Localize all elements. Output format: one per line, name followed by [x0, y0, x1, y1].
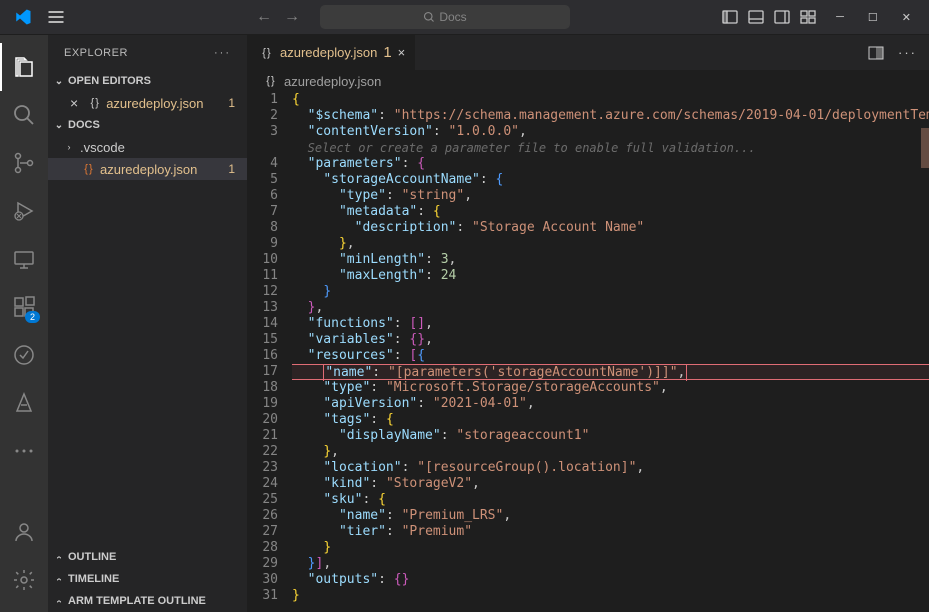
code-editor[interactable]: 1234567891011121314151617181920212223242…: [248, 92, 929, 612]
activity-run[interactable]: [0, 187, 48, 235]
line-numbers: 1234567891011121314151617181920212223242…: [248, 92, 292, 612]
chevron-right-icon: ›: [62, 142, 76, 152]
activity-settings[interactable]: [0, 556, 48, 604]
close-icon[interactable]: ✕: [902, 11, 911, 24]
chevron-right-icon: ›: [54, 594, 65, 608]
close-editor-icon[interactable]: ×: [66, 95, 82, 111]
activity-scm[interactable]: [0, 139, 48, 187]
open-editors-header[interactable]: ⌄ OPEN EDITORS: [48, 70, 247, 92]
breadcrumb-file: azuredeploy.json: [284, 74, 381, 89]
maximize-icon[interactable]: ☐: [868, 11, 878, 24]
tree-folder-vscode[interactable]: › .vscode: [48, 136, 247, 158]
sidebar-more-icon[interactable]: ···: [214, 47, 231, 59]
activity-more[interactable]: [0, 427, 48, 475]
activity-azure[interactable]: [0, 379, 48, 427]
search-icon: [12, 103, 36, 127]
activity-account[interactable]: [0, 508, 48, 556]
nav-back-icon[interactable]: ←: [256, 8, 272, 26]
minimap[interactable]: [921, 128, 929, 168]
chevron-down-icon: ⌄: [52, 120, 66, 131]
arm-outline-header[interactable]: › ARM TEMPLATE OUTLINE: [48, 590, 247, 612]
chevron-down-icon: ⌄: [52, 76, 66, 87]
open-editor-item[interactable]: × azuredeploy.json 1: [48, 92, 247, 114]
activity-search[interactable]: [0, 91, 48, 139]
activity-explorer[interactable]: [0, 43, 48, 91]
json-file-icon: [86, 95, 102, 111]
folder-header[interactable]: ⌄ DOCS: [48, 114, 247, 136]
code-content[interactable]: { "$schema": "https://schema.management.…: [292, 92, 929, 612]
outline-label: OUTLINE: [68, 551, 116, 563]
debug-icon: [12, 199, 36, 223]
open-editors-label: OPEN EDITORS: [68, 75, 151, 87]
arm-outline-label: ARM TEMPLATE OUTLINE: [68, 595, 206, 607]
title-bar: ← → Docs ─ ☐ ✕: [0, 0, 929, 35]
azure-icon: [12, 391, 36, 415]
chevron-right-icon: ›: [54, 550, 65, 564]
chevron-right-icon: ›: [54, 572, 65, 586]
vscode-logo-icon: [14, 8, 32, 26]
layout-left-icon[interactable]: [722, 9, 738, 25]
menu-icon[interactable]: [46, 7, 66, 27]
folder-label: DOCS: [68, 119, 100, 131]
search-box[interactable]: Docs: [320, 5, 570, 29]
source-control-icon: [12, 151, 36, 175]
tab-filename: azuredeploy.json: [280, 45, 377, 60]
nav-forward-icon[interactable]: →: [284, 8, 300, 26]
breadcrumb[interactable]: azuredeploy.json: [248, 70, 929, 92]
files-icon: [12, 55, 36, 79]
tabs-bar: azuredeploy.json 1 × ···: [248, 35, 929, 70]
outline-header[interactable]: › OUTLINE: [48, 546, 247, 568]
tab-close-icon[interactable]: ×: [398, 45, 406, 60]
more-actions-icon[interactable]: ···: [898, 45, 917, 60]
timeline-header[interactable]: › TIMELINE: [48, 568, 247, 590]
layout-customize-icon[interactable]: [800, 9, 816, 25]
sidebar-title: EXPLORER: [64, 47, 128, 59]
modified-indicator: 1: [383, 45, 391, 60]
sidebar: EXPLORER ··· ⌄ OPEN EDITORS × azuredeplo…: [48, 35, 248, 612]
editor-area: azuredeploy.json 1 × ··· azuredeploy.jso…: [248, 35, 929, 612]
tree-file-azuredeploy[interactable]: azuredeploy.json 1: [48, 158, 247, 180]
activity-testing[interactable]: [0, 331, 48, 379]
timeline-label: TIMELINE: [68, 573, 119, 585]
layout-bottom-icon[interactable]: [748, 9, 764, 25]
json-file-icon: [262, 73, 278, 89]
vscode-folder-label: .vscode: [80, 140, 125, 155]
remote-icon: [12, 247, 36, 271]
parameter-hint: Select or create a parameter file to ena…: [308, 141, 756, 155]
minimize-icon[interactable]: ─: [836, 11, 844, 24]
json-file-icon: [80, 161, 96, 177]
problems-count: 1: [228, 162, 235, 176]
activity-extensions[interactable]: 2: [0, 283, 48, 331]
editor-tab[interactable]: azuredeploy.json 1 ×: [248, 35, 416, 70]
extensions-badge: 2: [25, 311, 40, 323]
json-file-icon: [258, 45, 274, 61]
search-placeholder: Docs: [439, 10, 466, 24]
ellipsis-icon: [12, 439, 36, 463]
gear-icon: [12, 568, 36, 592]
testing-icon: [12, 343, 36, 367]
split-editor-icon[interactable]: [868, 45, 884, 61]
problems-count: 1: [228, 96, 235, 110]
activity-remote[interactable]: [0, 235, 48, 283]
account-icon: [12, 520, 36, 544]
tree-filename: azuredeploy.json: [100, 162, 197, 177]
search-icon: [423, 11, 435, 23]
layout-right-icon[interactable]: [774, 9, 790, 25]
activity-bar: 2: [0, 35, 48, 612]
open-editor-filename: azuredeploy.json: [106, 96, 203, 111]
